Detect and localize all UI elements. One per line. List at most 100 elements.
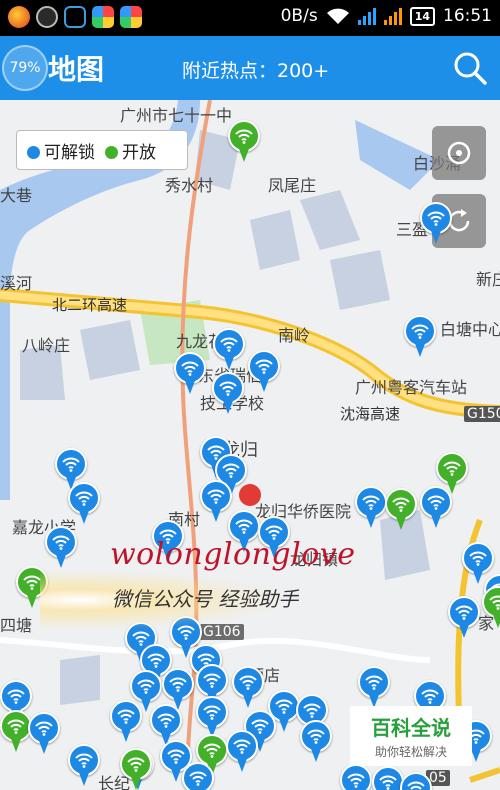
wifi-icon [137, 679, 155, 694]
badge-subtitle: 助你轻松解决 [374, 745, 447, 759]
unlockable-hotspot-pin[interactable] [358, 666, 390, 710]
wifi-icon [7, 719, 25, 734]
wifi-icon [362, 495, 380, 510]
network-speed: 0B/s [280, 6, 318, 26]
wifi-icon [455, 605, 473, 620]
map-label: 大巷 [0, 186, 33, 205]
wifi-icon [23, 575, 41, 590]
wifi-icon [62, 457, 80, 472]
wifi-icon [75, 491, 93, 506]
open-hotspot-pin[interactable] [436, 452, 468, 496]
wifi-icon [235, 519, 253, 534]
back-button[interactable]: 79% [2, 45, 48, 91]
unlockable-hotspot-pin[interactable] [174, 352, 206, 396]
wifi-icon [427, 211, 445, 226]
map-legend: 可解锁 开放 [16, 130, 188, 170]
wifi-icon [407, 781, 425, 790]
badge-title: 百科全说 [371, 716, 451, 740]
wifi-icon [379, 775, 397, 790]
wifi-icon [307, 729, 325, 744]
unlockable-hotspot-pin[interactable] [232, 666, 264, 710]
wifi-icon [52, 535, 70, 550]
wifi-icon [411, 324, 429, 339]
site-badge: 百科全说 助你轻松解决 [350, 706, 472, 766]
locate-button[interactable] [432, 126, 486, 180]
unlockable-hotspot-pin[interactable] [68, 482, 100, 526]
map-label: 白塘中心 [440, 320, 500, 339]
map-label: 新庄 [476, 270, 500, 289]
hotspot-count: 附近热点：200+ [182, 60, 330, 82]
search-icon[interactable] [452, 50, 488, 86]
watermark-subtext: 微信公众号 经验助手 [112, 587, 299, 611]
wifi-icon [222, 463, 240, 478]
map-label: 四塘 [0, 616, 33, 635]
wifi-icon [421, 689, 439, 704]
wifi-icon [147, 653, 165, 668]
green-dot-icon [105, 145, 118, 159]
wifi-icon [207, 489, 225, 504]
wifi-icon [347, 773, 365, 788]
legend-open: 开放 [105, 138, 156, 163]
unlockable-hotspot-pin[interactable] [28, 712, 60, 756]
wifi-icon [157, 713, 175, 728]
battery-icon: 14 [409, 6, 435, 26]
wifi-icon [443, 461, 461, 476]
wifi-icon [233, 739, 251, 754]
blue-dot-icon [27, 145, 40, 159]
road-label: 北二环高速 [52, 296, 128, 314]
unlockable-hotspot-pin[interactable] [404, 315, 436, 359]
wifi-icon [219, 381, 237, 396]
unlockable-hotspot-pin[interactable] [45, 526, 77, 570]
map-label: 溪河 [0, 274, 33, 293]
unlockable-hotspot-pin[interactable] [400, 772, 432, 790]
wifi-icon [117, 709, 135, 724]
open-hotspot-pin[interactable] [228, 120, 260, 164]
open-hotspot-pin[interactable] [482, 586, 500, 630]
wifi-icon [326, 8, 349, 24]
wifi-icon [203, 743, 221, 758]
unlockable-hotspot-pin[interactable] [212, 372, 244, 416]
wifi-icon [189, 771, 207, 786]
unlockable-hotspot-pin[interactable] [248, 350, 280, 394]
wifi-icon [181, 361, 199, 376]
app-store-icon [92, 6, 114, 28]
wifi-icon [203, 673, 221, 688]
unlockable-hotspot-pin[interactable] [182, 762, 214, 790]
phone-notification-icon [64, 6, 86, 28]
wifi-icon [235, 129, 253, 144]
unlockable-hotspot-pin[interactable] [448, 596, 480, 640]
map-label: 秀水村 [165, 176, 214, 195]
page-title: 地图 [48, 53, 105, 86]
smiley-notification-icon [36, 6, 58, 28]
open-hotspot-pin[interactable] [120, 748, 152, 790]
unlockable-hotspot-pin[interactable] [213, 328, 245, 372]
wifi-icon [169, 677, 187, 692]
watermark-text: wolonglonglove [110, 537, 356, 572]
wifi-icon [392, 497, 410, 512]
map-view[interactable]: 广州市七十一中 秀水村 凤尾庄 白沙涌 三盈 新庄 大巷 溪河 北二环高速 八岭… [0, 100, 500, 790]
unlockable-hotspot-pin[interactable] [226, 730, 258, 774]
unlockable-hotspot-pin[interactable] [68, 744, 100, 788]
map-label: 南岭 [278, 326, 311, 345]
memory-badge: 79% [9, 60, 41, 76]
clock: 16:51 [443, 6, 492, 26]
open-hotspot-pin[interactable] [385, 488, 417, 532]
road-label: 沈海高速 [340, 405, 401, 423]
wifi-icon [239, 675, 257, 690]
highway-shield: G150 [464, 406, 500, 422]
wifi-icon [220, 337, 238, 352]
unlockable-hotspot-pin[interactable] [300, 720, 332, 764]
locate-icon [447, 141, 471, 165]
wifi-icon [365, 675, 383, 690]
legend-unlockable: 可解锁 [27, 138, 95, 163]
map-label: 八岭庄 [22, 336, 71, 355]
unlockable-hotspot-pin[interactable] [355, 486, 387, 530]
unlockable-hotspot-pin[interactable] [420, 202, 452, 246]
legend-unlockable-label: 可解锁 [44, 142, 95, 163]
wifi-icon [255, 359, 273, 374]
wifi-icon [275, 699, 293, 714]
wifi-icon [489, 595, 500, 610]
unlockable-hotspot-pin[interactable] [110, 700, 142, 744]
app-notification-icon [8, 6, 30, 28]
unlockable-hotspot-pin[interactable] [340, 764, 372, 790]
